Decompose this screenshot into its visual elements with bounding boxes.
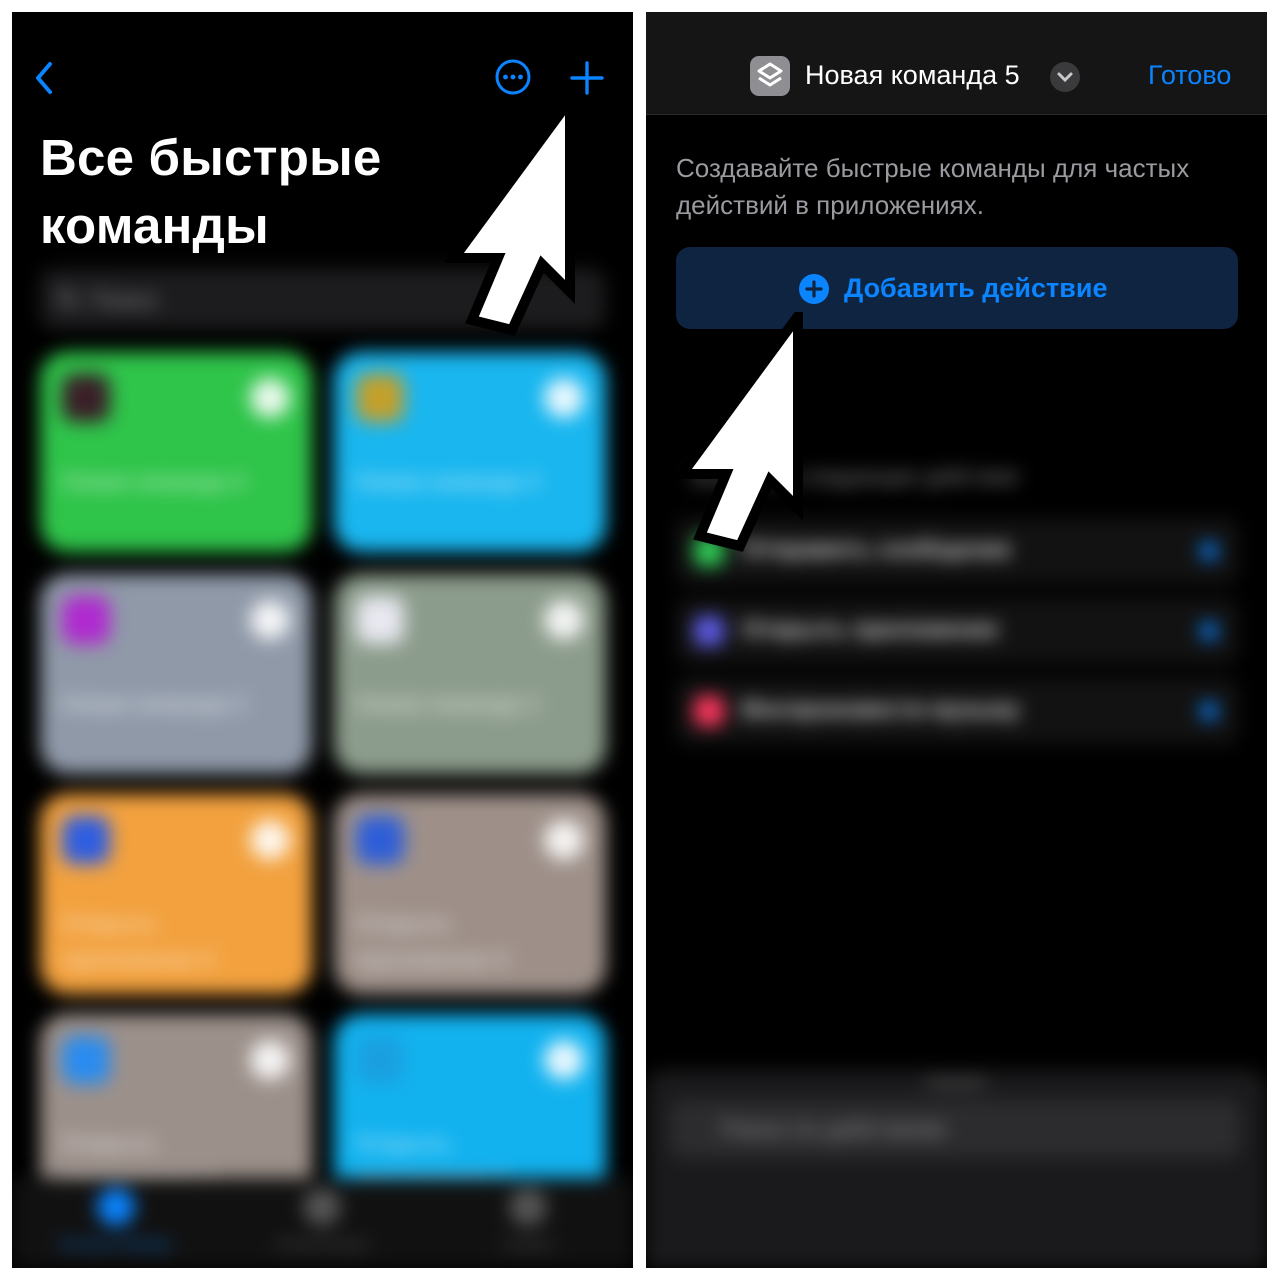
- back-chevron-icon[interactable]: [26, 56, 66, 100]
- app-icon: [356, 374, 404, 422]
- search-placeholder: Поиск по действиям: [720, 1116, 946, 1143]
- shortcut-tile[interactable]: Открыть приложение 5: [40, 794, 312, 994]
- shortcut-tile[interactable]: Новая команда 4: [40, 352, 312, 552]
- shortcut-tile[interactable]: Новая команда 3: [334, 352, 606, 552]
- tile-more-icon[interactable]: [544, 378, 584, 418]
- page-title: Все быстрые команды: [40, 129, 382, 254]
- tab-automation[interactable]: Автоматизация: [232, 1188, 412, 1264]
- tile-label: Открыть приложение 5: [62, 911, 215, 972]
- tab-label: Галерея: [503, 1236, 553, 1251]
- add-suggestion-icon[interactable]: [1200, 622, 1218, 640]
- shortcut-tile[interactable]: Новая команда 1: [334, 574, 606, 774]
- tab-label: Автоматизация: [275, 1236, 369, 1251]
- tile-more-icon[interactable]: [250, 1040, 290, 1080]
- sheet-handle[interactable]: [926, 1080, 986, 1086]
- editor-header: Новая команда 5 Готово: [646, 12, 1267, 115]
- shortcut-editor-screen: Новая команда 5 Готово Создавайте быстры…: [646, 12, 1267, 1268]
- add-suggestion-icon[interactable]: [1200, 542, 1218, 560]
- tile-more-icon[interactable]: [544, 600, 584, 640]
- app-icon: [356, 596, 404, 644]
- tile-more-icon[interactable]: [250, 600, 290, 640]
- suggestion-row[interactable]: Воспроизвести музыку: [676, 678, 1238, 744]
- tile-more-icon[interactable]: [544, 820, 584, 860]
- app-icon: [356, 1036, 404, 1084]
- app-icon: [356, 816, 404, 864]
- music-icon: [694, 696, 724, 726]
- tile-label: Новая команда 2: [62, 691, 246, 716]
- chevron-down-icon: [1057, 72, 1073, 83]
- search-icon: [57, 288, 79, 310]
- tab-shortcuts[interactable]: Быстрые команды: [26, 1188, 206, 1264]
- pointer-cursor-icon: [444, 96, 575, 336]
- pointer-cursor-icon: [672, 312, 803, 552]
- plus-icon[interactable]: [567, 58, 607, 98]
- shortcut-tile[interactable]: Новая команда 2: [40, 574, 312, 774]
- app-icon: [62, 1036, 110, 1084]
- automation-tab-icon: [303, 1188, 341, 1226]
- shortcut-tile[interactable]: Открыть приложение 4: [334, 794, 606, 994]
- shortcut-title[interactable]: Новая команда 5: [805, 60, 1020, 91]
- tab-bar: Быстрые команды Автоматизация Галерея: [12, 1178, 633, 1268]
- app-icon: [62, 374, 110, 422]
- suggestion-label: Открыть приложение: [742, 616, 999, 643]
- tile-label: Новая команда 1: [356, 691, 540, 716]
- ellipsis-circle-icon[interactable]: [494, 58, 532, 96]
- tile-label: Новая команда 4: [62, 469, 246, 494]
- app-icon: [62, 596, 110, 644]
- search-placeholder: Поиск: [90, 287, 157, 314]
- gallery-tab-icon: [509, 1188, 547, 1226]
- tile-more-icon[interactable]: [250, 378, 290, 418]
- add-suggestion-icon[interactable]: [1200, 702, 1218, 720]
- tab-gallery[interactable]: Галерея: [438, 1188, 618, 1264]
- shortcuts-list-screen: Все быстрые команды Поиск Новая команда …: [12, 12, 633, 1268]
- shortcuts-tab-icon: [97, 1188, 135, 1226]
- editor-description: Создавайте быстрые команды для частых де…: [676, 153, 1190, 220]
- layers-icon: [757, 62, 783, 87]
- tile-label: Новая команда 3: [356, 469, 540, 494]
- done-button[interactable]: Готово: [1148, 60, 1231, 91]
- tile-more-icon[interactable]: [544, 1040, 584, 1080]
- shortcut-app-icon[interactable]: [750, 56, 790, 96]
- plus-circle-icon: [799, 274, 829, 304]
- add-action-label: Добавить действие: [844, 273, 1108, 303]
- app-icon: [694, 616, 724, 646]
- tile-label: Открыть приложение 4: [356, 911, 509, 972]
- action-search-input[interactable]: Поиск по действиям: [670, 1100, 1240, 1158]
- title-menu-button[interactable]: [1050, 62, 1080, 92]
- actions-sheet: Поиск по действиям: [646, 1070, 1267, 1268]
- tab-label: Быстрые команды: [60, 1236, 172, 1251]
- suggestion-row[interactable]: Открыть приложение: [676, 598, 1238, 664]
- suggestion-label: Воспроизвести музыку: [742, 696, 1020, 723]
- app-icon: [62, 816, 110, 864]
- tile-more-icon[interactable]: [250, 820, 290, 860]
